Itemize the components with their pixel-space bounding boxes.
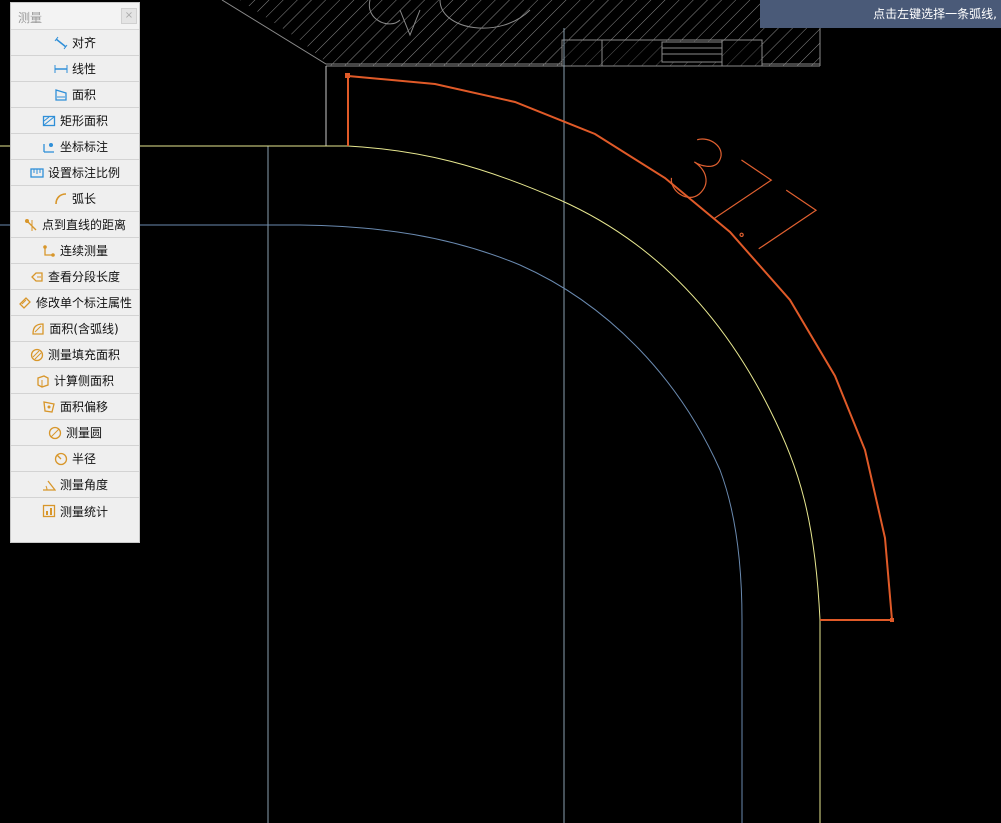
tool-item-label: 点到直线的距离 [41, 218, 126, 232]
tool-item-label: 修改单个标注属性 [35, 296, 132, 310]
tool-item-linear-measure[interactable]: 线性 [11, 56, 139, 82]
radius-icon [54, 452, 68, 466]
panel-close-button[interactable]: × [121, 8, 137, 24]
tool-item-label: 面积(含弧线) [49, 322, 119, 336]
measured-arc[interactable] [345, 73, 894, 622]
tool-item-angle[interactable]: 测量角度 [11, 472, 139, 498]
tool-item-label: 计算侧面积 [53, 374, 114, 388]
tool-item-label: 面积 [71, 88, 96, 102]
tool-item-annotation-scale[interactable]: 设置标注比例 [11, 160, 139, 186]
tool-item-edit-annotation[interactable]: 修改单个标注属性 [11, 290, 139, 316]
tool-item-label: 半径 [71, 452, 96, 466]
tool-item-side-area[interactable]: 计算侧面积 [11, 368, 139, 394]
area-offset-icon [42, 400, 56, 414]
coordinate-annotation-icon [42, 140, 56, 154]
align-measure-icon [54, 36, 68, 50]
tool-item-label: 线性 [71, 62, 96, 76]
tool-item-label: 连续测量 [59, 244, 108, 258]
tool-item-label: 矩形面积 [59, 114, 108, 128]
tool-item-arc-length[interactable]: 弧长 [11, 186, 139, 212]
arc-area-icon [31, 322, 45, 336]
tool-item-rect-area[interactable]: 矩形面积 [11, 108, 139, 134]
tool-item-label: 弧长 [71, 192, 96, 206]
tool-item-fill-area[interactable]: 测量填充面积 [11, 342, 139, 368]
tool-item-coordinate-annotation[interactable]: 坐标标注 [11, 134, 139, 160]
hatched-section [220, 0, 821, 67]
annotation-scale-icon [30, 166, 44, 180]
fill-area-icon [30, 348, 44, 362]
tool-item-arc-area[interactable]: 面积(含弧线) [11, 316, 139, 342]
cad-drawing-canvas[interactable] [0, 0, 1001, 823]
tool-item-label: 测量统计 [59, 504, 108, 519]
tool-item-label: 测量角度 [59, 478, 108, 492]
tool-item-label: 测量圆 [65, 426, 102, 440]
tool-item-align-measure[interactable]: 对齐 [11, 30, 139, 56]
point-line-distance-icon [24, 218, 38, 232]
tool-item-segment-length[interactable]: 查看分段长度 [11, 264, 139, 290]
tool-item-radius[interactable]: 半径 [11, 446, 139, 472]
angle-icon [42, 478, 57, 492]
linear-measure-icon [54, 62, 68, 76]
area-icon [54, 88, 68, 102]
side-area-icon [36, 374, 50, 388]
arc-length-icon [54, 192, 68, 206]
tool-item-label: 对齐 [71, 36, 96, 50]
measure-panel: 测量 × 对齐线性面积矩形面积坐标标注设置标注比例 弧长点到直线的距离 连续测量查看… [10, 2, 140, 543]
tool-item-measure-stats[interactable]: 测量统计 [11, 498, 139, 524]
tool-item-label: 测量填充面积 [47, 348, 120, 362]
continuous-measure-icon [42, 244, 56, 258]
tool-item-area-offset[interactable]: 面积偏移 [11, 394, 139, 420]
rect-area-icon [42, 114, 56, 128]
segment-length-icon [30, 270, 44, 284]
tool-item-continuous-measure[interactable]: 连续测量 [11, 238, 139, 264]
tool-item-label: 面积偏移 [59, 400, 108, 414]
edit-annotation-icon [18, 296, 32, 310]
measure-tool-list: 对齐线性面积矩形面积坐标标注设置标注比例 弧长点到直线的距离 连续测量查看分段长度修… [11, 30, 139, 524]
panel-header: 测量 × [11, 3, 139, 30]
measure-circle-icon [48, 426, 62, 440]
tool-item-label: 坐标标注 [59, 140, 108, 154]
tool-item-label: 设置标注比例 [47, 166, 120, 180]
tool-item-point-line-distance[interactable]: 点到直线的距离 [11, 212, 139, 238]
measure-stats-icon [42, 504, 56, 518]
tool-item-label: 查看分段长度 [47, 270, 120, 284]
grid-lines [267, 28, 565, 823]
panel-title: 测量 [18, 11, 43, 25]
tool-item-measure-circle[interactable]: 测量圆 [11, 420, 139, 446]
tool-item-area[interactable]: 面积 [11, 82, 139, 108]
command-hint-bar: 点击左键选择一条弧线, [760, 0, 1001, 28]
